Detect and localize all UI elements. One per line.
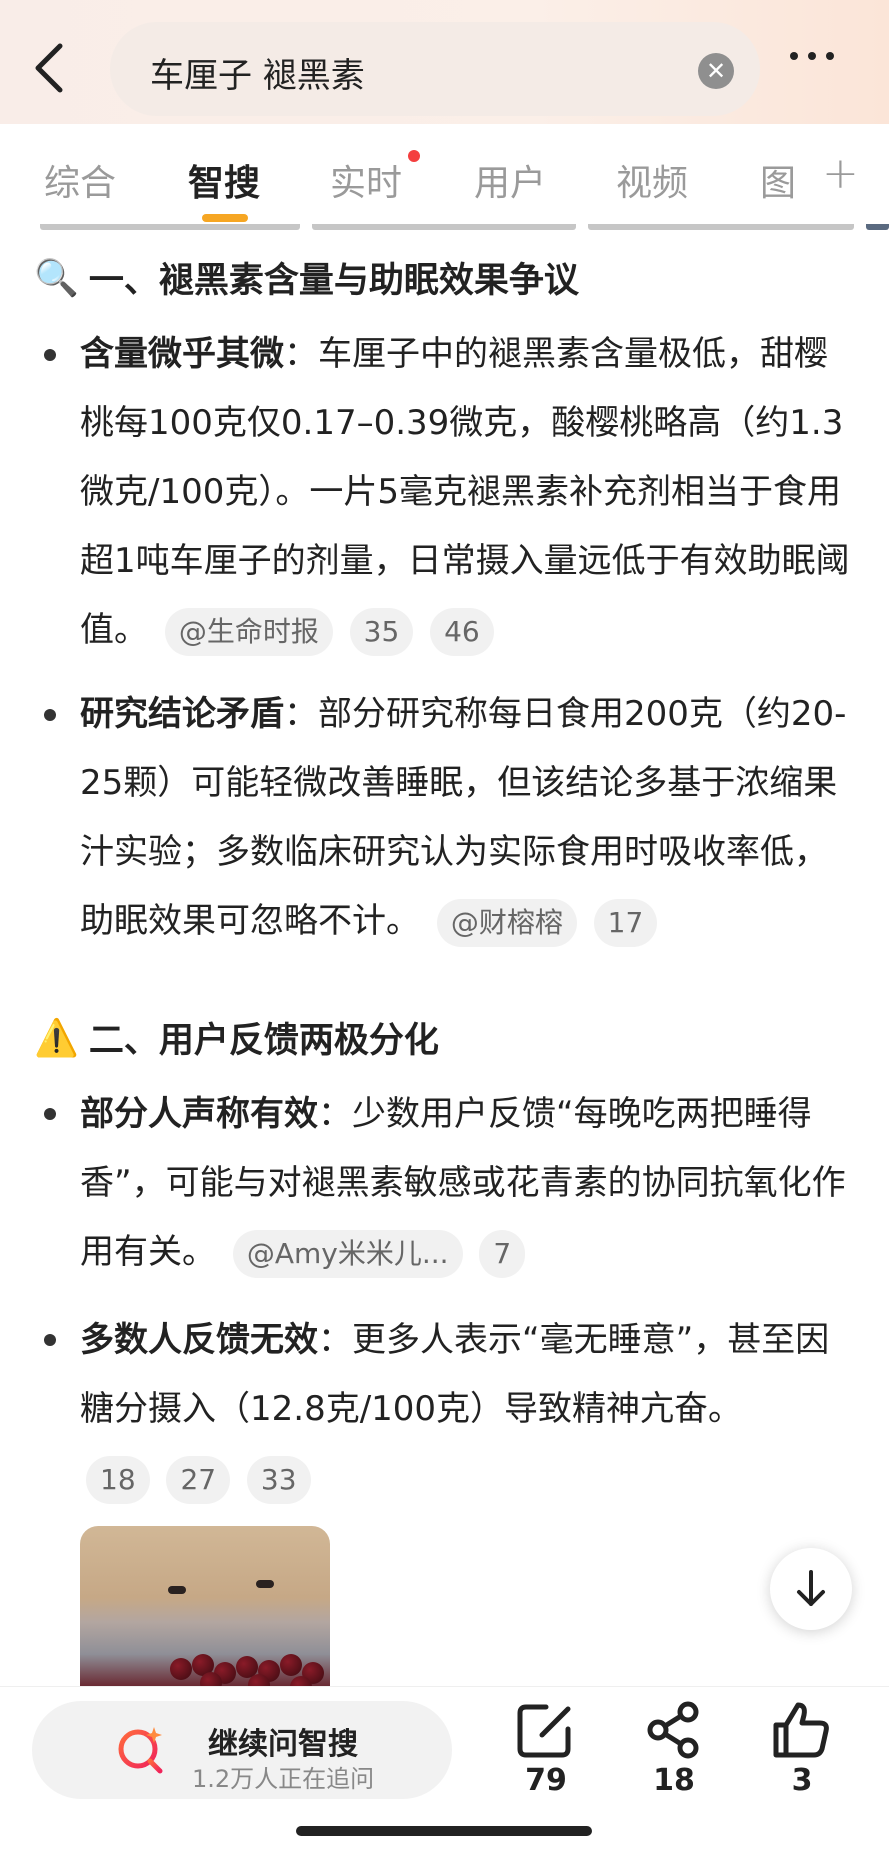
comment-button[interactable]: 79 xyxy=(506,1701,586,1798)
bullet-dot xyxy=(44,1334,56,1346)
source-chip[interactable]: @生命时报 xyxy=(164,607,333,656)
section-title: ⚠️ 二、用户反馈两极分化 xyxy=(34,1012,439,1063)
share-count: 18 xyxy=(653,1763,695,1798)
tab-realtime[interactable]: 实时 xyxy=(330,154,402,206)
cherry-photo[interactable] xyxy=(80,1526,330,1686)
tab-video[interactable]: 视频 xyxy=(616,154,688,206)
list-item: 多数人反馈无效：更多人表示“毫无睡意”，甚至因糖分摄入（12.8克/100克）导… xyxy=(80,1306,860,1513)
section-heading: 二、用户反馈两极分化 xyxy=(88,1021,439,1061)
reference-chip[interactable]: 17 xyxy=(593,898,658,947)
active-tab-indicator xyxy=(202,214,248,222)
source-chip[interactable]: @Amy米米儿... xyxy=(232,1229,463,1278)
comment-count: 79 xyxy=(525,1763,567,1798)
bullet-dot xyxy=(44,1108,56,1120)
reference-chip[interactable]: 33 xyxy=(246,1455,311,1504)
list-item: 部分人声称有效：少数用户反馈“每晚吃两把睡得香”，可能与对褪黑素敏感或花青素的协… xyxy=(80,1080,860,1287)
share-icon xyxy=(647,1701,699,1759)
section-title: 🔍 一、褪黑素含量与助眠效果争议 xyxy=(34,252,579,303)
back-arrow-icon[interactable] xyxy=(30,40,80,100)
section-heading: 一、褪黑素含量与助眠效果争议 xyxy=(88,261,579,301)
ask-smart-search-button[interactable]: 继续问智搜 1.2万人正在追问 xyxy=(32,1701,452,1799)
search-query: 车厘子 褪黑素 xyxy=(150,56,365,96)
arrow-down-icon xyxy=(797,1570,825,1606)
bullet-dot xyxy=(44,349,56,361)
top-header: 车厘子 褪黑素 ✕ xyxy=(0,0,889,124)
edit-icon xyxy=(517,1704,571,1758)
magnifier-icon: 🔍 xyxy=(34,257,79,299)
thumbs-up-icon xyxy=(773,1702,829,1758)
tab-bar: 综合 智搜 实时 用户 视频 图 xyxy=(0,124,889,230)
reference-chip[interactable]: 7 xyxy=(479,1229,526,1278)
thumbnail-strip xyxy=(0,224,889,232)
notification-dot xyxy=(408,150,420,162)
item-keyword: 部分人声称有效 xyxy=(80,1094,318,1134)
warning-icon: ⚠️ xyxy=(34,1017,79,1059)
add-tab-icon[interactable]: + xyxy=(822,152,859,196)
ai-search-icon xyxy=(118,1727,163,1774)
item-keyword: 多数人反馈无效 xyxy=(80,1320,318,1360)
search-input[interactable]: 车厘子 褪黑素 ✕ xyxy=(110,22,760,116)
list-item: 含量微乎其微：车厘子中的褪黑素含量极低，甜樱桃每100克仅0.17–0.39微克… xyxy=(80,320,860,665)
tab-users[interactable]: 用户 xyxy=(474,154,546,206)
tab-smart-search[interactable]: 智搜 xyxy=(188,154,260,206)
like-button[interactable]: 3 xyxy=(762,1701,842,1798)
ask-subtitle: 1.2万人正在追问 xyxy=(192,1765,375,1793)
clear-icon[interactable]: ✕ xyxy=(698,53,734,89)
bullet-dot xyxy=(44,709,56,721)
reference-chip[interactable]: 35 xyxy=(349,607,414,656)
item-keyword: 研究结论矛盾 xyxy=(80,694,284,734)
like-count: 3 xyxy=(791,1763,813,1798)
home-indicator xyxy=(296,1826,592,1836)
ask-title: 继续问智搜 xyxy=(208,1727,358,1762)
reference-chip[interactable]: 18 xyxy=(86,1455,150,1504)
more-icon[interactable] xyxy=(790,52,850,82)
source-chip[interactable]: @财榕榕 xyxy=(436,898,577,947)
reference-chip[interactable]: 27 xyxy=(166,1455,231,1504)
reference-chip[interactable]: 46 xyxy=(430,607,494,656)
item-text: ：车厘子中的褪黑素含量极低，甜樱桃每100克仅0.17–0.39微克，酸樱桃略高… xyxy=(80,334,850,650)
item-keyword: 含量微乎其微 xyxy=(80,334,284,374)
share-button[interactable]: 18 xyxy=(634,1701,714,1798)
scroll-down-button[interactable] xyxy=(770,1548,852,1630)
list-item: 研究结论矛盾：部分研究称每日食用200克（约20-25颗）可能轻微改善睡眠，但该… xyxy=(80,680,860,956)
tab-comprehensive[interactable]: 综合 xyxy=(44,154,116,206)
tab-images[interactable]: 图 xyxy=(760,154,796,206)
